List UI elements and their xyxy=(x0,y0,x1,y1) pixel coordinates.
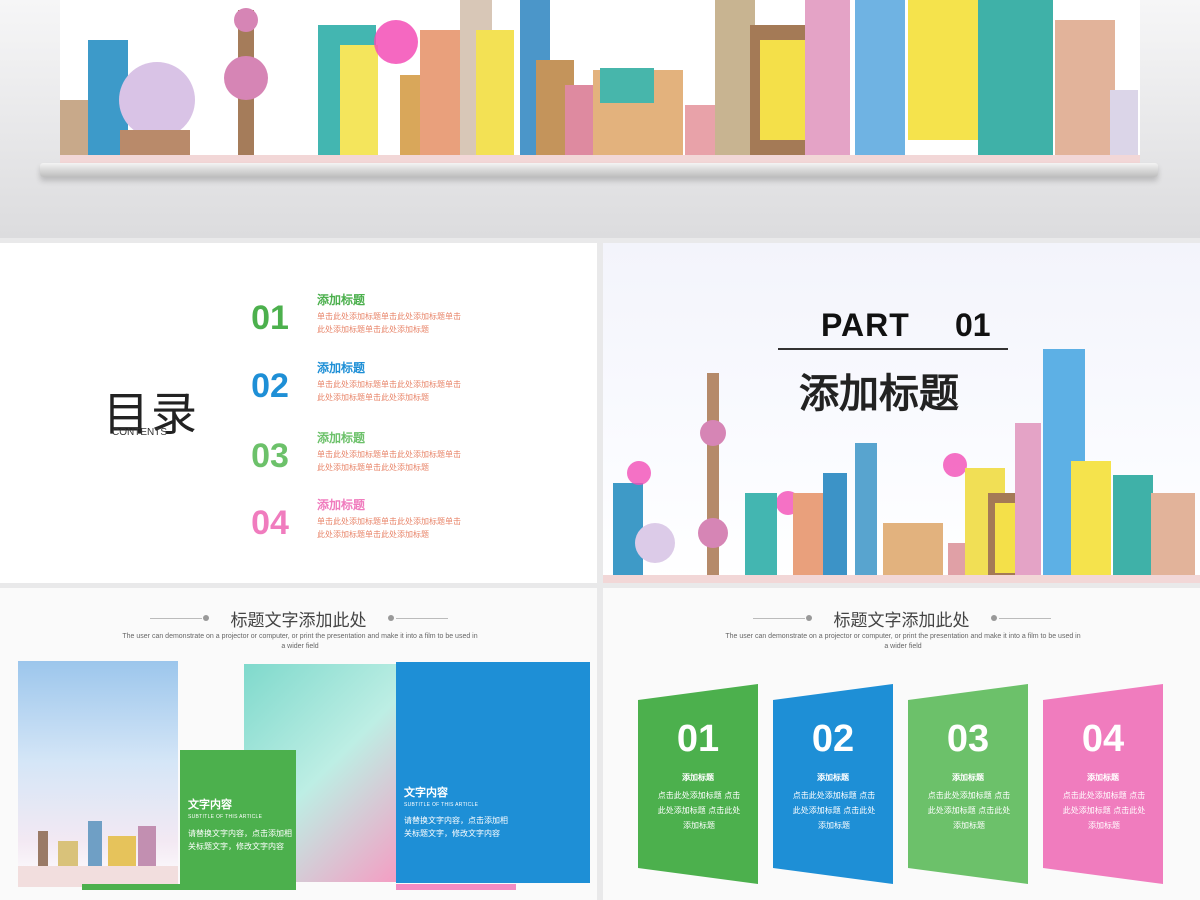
part-label: PART xyxy=(821,307,910,343)
card-02[interactable]: 02 添加标题 点击此处添加标题 点击此处添加标题 点击此处添加标题 xyxy=(773,684,893,884)
contents-slide[interactable]: 目录 CONTENTS 01 添加标题 单击此处添加标题单击此处添加标题单击此处… xyxy=(0,243,597,583)
toc-description: 单击此处添加标题单击此处添加标题单击此处添加标题单击此处添加标题 xyxy=(317,517,461,539)
card-01[interactable]: 01 添加标题 点击此处添加标题 点击此处添加标题 点击此处添加标题 xyxy=(638,684,758,884)
toc-number: 04 xyxy=(251,504,289,542)
card-title: 文字内容 xyxy=(404,786,448,799)
shelf-divider xyxy=(40,163,1158,177)
card-title: 添加标题 xyxy=(682,773,714,782)
toc-description: 单击此处添加标题单击此处添加标题单击此处添加标题单击此处添加标题 xyxy=(317,312,461,334)
card-03[interactable]: 03 添加标题 点击此处添加标题 点击此处添加标题 点击此处添加标题 xyxy=(908,684,1028,884)
part-slide[interactable]: PART 01 添加标题 xyxy=(603,243,1200,583)
card-subtitle: SUBTITLE OF THIS ARTICLE xyxy=(188,814,263,820)
slide-header: 标题文字添加此处 xyxy=(833,611,970,631)
card-description: 点击此处添加标题 点击此处添加标题 点击此处添加标题 xyxy=(1062,791,1146,830)
header-divider xyxy=(999,618,1051,619)
cards-slide[interactable]: 标题文字添加此处 The user can demonstrate on a p… xyxy=(603,588,1200,900)
toc-item[interactable]: 02 添加标题 单击此处添加标题单击此处添加标题单击此处添加标题单击此处添加标题 xyxy=(240,359,500,419)
card-description: 点击此处添加标题 点击此处添加标题 点击此处添加标题 xyxy=(657,791,741,830)
accent-bar-green xyxy=(82,884,296,890)
card-description: 点击此处添加标题 点击此处添加标题 点击此处添加标题 xyxy=(927,791,1011,830)
article-slide[interactable]: 标题文字添加此处 The user can demonstrate on a p… xyxy=(0,588,597,900)
text-card-green[interactable]: 文字内容 SUBTITLE OF THIS ARTICLE 请替换文字内容，点击… xyxy=(180,750,296,886)
text-card-blue[interactable]: 文字内容 SUBTITLE OF THIS ARTICLE 请替换文字内容，点击… xyxy=(396,662,590,883)
card-04[interactable]: 04 添加标题 点击此处添加标题 点击此处添加标题 点击此处添加标题 xyxy=(1043,684,1163,884)
toc-description: 单击此处添加标题单击此处添加标题单击此处添加标题单击此处添加标题 xyxy=(317,380,461,402)
toc-description: 单击此处添加标题单击此处添加标题单击此处添加标题单击此处添加标题 xyxy=(317,450,461,472)
card-number: 02 xyxy=(811,718,855,760)
toc-heading: 添加标题 xyxy=(317,431,366,445)
header-dot xyxy=(388,615,394,621)
card-title: 文字内容 xyxy=(188,798,232,811)
toc-number: 01 xyxy=(251,299,289,337)
toc-item[interactable]: 04 添加标题 单击此处添加标题单击此处添加标题单击此处添加标题单击此处添加标题 xyxy=(240,496,500,556)
header-dot xyxy=(991,615,997,621)
toc-item[interactable]: 01 添加标题 单击此处添加标题单击此处添加标题单击此处添加标题单击此处添加标题 xyxy=(240,291,500,351)
card-number: 01 xyxy=(676,718,720,760)
card-text: 请替换文字内容，点击添加相关标题文字，修改文字内容 xyxy=(404,816,508,838)
part-number: 01 xyxy=(955,307,991,343)
accent-bar-pink xyxy=(396,884,516,890)
toc-heading: 添加标题 xyxy=(317,498,366,512)
card-subtitle: SUBTITLE OF THIS ARTICLE xyxy=(404,802,479,808)
slide-header: 标题文字添加此处 xyxy=(230,611,367,631)
toc-heading: 添加标题 xyxy=(317,293,366,307)
city-skyline-illustration xyxy=(60,0,1140,166)
card-number: 03 xyxy=(946,718,990,760)
contents-subtitle: CONTENTS xyxy=(112,427,167,438)
slide-header-english: The user can demonstrate on a projector … xyxy=(725,633,1081,650)
toc-item[interactable]: 03 添加标题 单击此处添加标题单击此处添加标题单击此处添加标题单击此处添加标题 xyxy=(240,429,500,489)
card-number: 04 xyxy=(1081,718,1125,760)
city-skyline-illustration xyxy=(603,349,1200,583)
card-title: 添加标题 xyxy=(952,773,984,782)
header-divider xyxy=(396,618,448,619)
card-description: 点击此处添加标题 点击此处添加标题 点击此处添加标题 xyxy=(792,791,876,830)
sky-city-image xyxy=(18,661,178,887)
cover-slide-preview[interactable] xyxy=(0,0,1200,238)
slide-header-english: The user can demonstrate on a projector … xyxy=(122,633,478,650)
card-title: 添加标题 xyxy=(1087,773,1119,782)
card-text: 请替换文字内容，点击添加相关标题文字，修改文字内容 xyxy=(188,829,292,851)
toc-number: 02 xyxy=(251,367,289,405)
card-title: 添加标题 xyxy=(817,773,849,782)
toc-heading: 添加标题 xyxy=(317,361,366,375)
toc-number: 03 xyxy=(251,437,289,475)
